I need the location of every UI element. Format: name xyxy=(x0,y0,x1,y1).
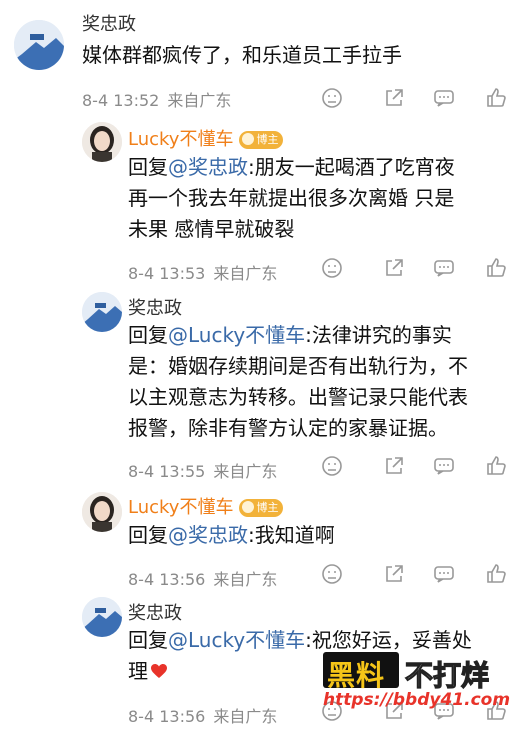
avatar[interactable] xyxy=(82,292,122,332)
username-text: Lucky不懂车 xyxy=(128,129,234,150)
like-icon[interactable] xyxy=(484,86,508,110)
comment-line: :法律讲究的事实 xyxy=(305,323,452,347)
reply-item: 奖忠政 回复@Lucky不懂车:法律讲究的事实 是：婚姻存续期间是否有出轨行为，… xyxy=(0,290,518,490)
action-bar xyxy=(320,86,510,110)
comment-icon[interactable] xyxy=(432,454,456,478)
like-icon[interactable] xyxy=(484,562,508,586)
reply-prefix: 回复 xyxy=(128,628,168,652)
location: 来自广东 xyxy=(167,91,232,110)
comment-meta: 8-4 13:56 来自广东 xyxy=(128,703,277,727)
like-icon[interactable] xyxy=(484,256,508,280)
location: 来自广东 xyxy=(213,264,278,283)
comment-line: 未果 感情早就破裂 xyxy=(128,217,295,241)
landscape-avatar-icon xyxy=(14,20,64,70)
watermark-url: https://bbdy41.com xyxy=(323,690,511,710)
username[interactable]: 奖忠政 xyxy=(82,10,136,36)
woman-avatar-icon xyxy=(82,492,122,532)
comment-icon[interactable] xyxy=(432,256,456,280)
username[interactable]: Lucky不懂车 博主 xyxy=(128,493,284,519)
reply-prefix: 回复 xyxy=(128,155,168,179)
comment-meta: 8-4 13:56 来自广东 xyxy=(128,566,277,590)
comment-icon[interactable] xyxy=(432,86,456,110)
action-bar xyxy=(320,562,510,586)
watermark-sub: 不打烊 xyxy=(404,658,490,692)
username[interactable]: 奖忠政 xyxy=(128,294,182,320)
comment-text: 回复@奖忠政:朋友一起喝酒了吃宵夜 再一个我去年就提出很多次离婚 只是 未果 感… xyxy=(128,152,455,245)
comment-item: 奖忠政 媒体群都疯传了，和乐道员工手拉手 8-4 13:52 来自广东 xyxy=(0,0,518,120)
comment-text: 回复@Lucky不懂车:法律讲究的事实 是：婚姻存续期间是否有出轨行为，不 以主… xyxy=(128,320,468,444)
mention-link[interactable]: @奖忠政 xyxy=(168,523,248,547)
action-bar xyxy=(320,256,510,280)
blogger-badge: 博主 xyxy=(239,131,284,149)
heart-icon xyxy=(150,657,168,678)
comment-text: 回复@奖忠政:我知道啊 xyxy=(128,520,335,551)
timestamp: 8-4 13:53 xyxy=(128,264,206,283)
share-icon[interactable] xyxy=(382,256,406,280)
comment-line: :祝您好运，妥善处 xyxy=(305,628,472,652)
comment-text: 媒体群都疯传了，和乐道员工手拉手 xyxy=(82,40,402,71)
badge-label: 博主 xyxy=(256,501,279,514)
woman-avatar-icon xyxy=(82,122,122,162)
dislike-icon[interactable] xyxy=(320,256,344,280)
share-icon[interactable] xyxy=(382,86,406,110)
landscape-avatar-icon xyxy=(82,292,122,332)
avatar[interactable] xyxy=(82,492,122,532)
timestamp: 8-4 13:55 xyxy=(128,462,206,481)
comment-line: :我知道啊 xyxy=(248,523,335,547)
username[interactable]: 奖忠政 xyxy=(128,599,182,625)
reply-prefix: 回复 xyxy=(128,323,168,347)
timestamp: 8-4 13:56 xyxy=(128,707,206,726)
dislike-icon[interactable] xyxy=(320,454,344,478)
comment-line: 再一个我去年就提出很多次离婚 只是 xyxy=(128,186,455,210)
comment-line: 报警，除非有警方认定的家暴证据。 xyxy=(128,416,448,440)
reply-item: Lucky不懂车 博主 回复@奖忠政:朋友一起喝酒了吃宵夜 再一个我去年就提出很多… xyxy=(0,120,518,290)
mention-link[interactable]: @Lucky不懂车 xyxy=(168,628,305,652)
reply-item: Lucky不懂车 博主 回复@奖忠政:我知道啊 8-4 13:56 来自广东 xyxy=(0,490,518,595)
avatar[interactable] xyxy=(14,20,64,70)
watermark: 黑料 不打烊 https://bbdy41.com xyxy=(323,652,513,718)
comment-line: 媒体群都疯传了，和乐道员工手拉手 xyxy=(82,43,402,67)
mention-link[interactable]: @Lucky不懂车 xyxy=(168,323,305,347)
like-icon[interactable] xyxy=(484,454,508,478)
badge-label: 博主 xyxy=(256,133,279,146)
timestamp: 8-4 13:52 xyxy=(82,91,160,110)
badge-icon xyxy=(242,501,255,513)
comment-line: 以主观意志为转移。出警记录只能代表 xyxy=(128,385,468,409)
comment-meta: 8-4 13:55 来自广东 xyxy=(128,458,277,482)
comment-line: 是：婚姻存续期间是否有出轨行为，不 xyxy=(128,354,468,378)
action-bar xyxy=(320,454,510,478)
dislike-icon[interactable] xyxy=(320,86,344,110)
location: 来自广东 xyxy=(213,462,278,481)
dislike-icon[interactable] xyxy=(320,562,344,586)
badge-icon xyxy=(242,133,255,145)
blogger-badge: 博主 xyxy=(239,499,284,517)
username[interactable]: Lucky不懂车 博主 xyxy=(128,125,284,151)
timestamp: 8-4 13:56 xyxy=(128,570,206,589)
comment-line: :朋友一起喝酒了吃宵夜 xyxy=(248,155,455,179)
location: 来自广东 xyxy=(213,707,278,726)
avatar[interactable] xyxy=(82,122,122,162)
comment-meta: 8-4 13:52 来自广东 xyxy=(82,87,231,111)
share-icon[interactable] xyxy=(382,454,406,478)
username-text: Lucky不懂车 xyxy=(128,497,234,518)
watermark-main: 黑料 xyxy=(327,659,386,692)
mention-link[interactable]: @奖忠政 xyxy=(168,155,248,179)
comment-icon[interactable] xyxy=(432,562,456,586)
landscape-avatar-icon xyxy=(82,597,122,637)
reply-prefix: 回复 xyxy=(128,523,168,547)
share-icon[interactable] xyxy=(382,562,406,586)
comment-line: 理 xyxy=(128,659,148,683)
location: 来自广东 xyxy=(213,570,278,589)
avatar[interactable] xyxy=(82,597,122,637)
comment-meta: 8-4 13:53 来自广东 xyxy=(128,260,277,284)
